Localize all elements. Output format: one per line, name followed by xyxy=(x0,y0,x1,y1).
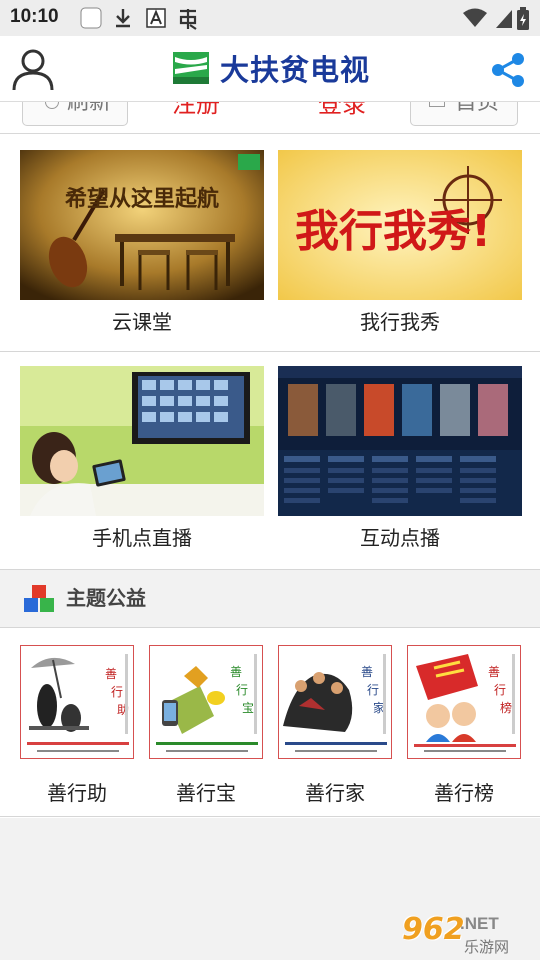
brand-logo-icon xyxy=(173,52,209,84)
show-yourself-banner-text: 我行我秀! xyxy=(295,206,491,257)
charity-poster-family: 善 行 家 xyxy=(278,645,392,759)
brand: 大扶贫电视 xyxy=(172,48,370,88)
tile-label: 我行我秀 xyxy=(360,310,440,334)
mobile-live-image xyxy=(20,366,264,516)
poster-char: 榜 xyxy=(500,700,512,715)
app-title: 大扶贫电视 xyxy=(220,53,371,87)
text-a-icon xyxy=(146,8,166,28)
poster-char: 善 xyxy=(230,664,242,679)
poster-char: 善 xyxy=(105,666,117,681)
charity-poster-help: 善 行 助 xyxy=(20,645,134,759)
tile-mobile-live[interactable]: 手机点直播 xyxy=(20,366,264,556)
watermark-net: .NET xyxy=(460,914,499,933)
theme-section-title: 主题公益 xyxy=(66,586,146,610)
watermark-site: 乐游网 xyxy=(464,938,510,956)
home-label: 首页 xyxy=(455,102,500,115)
radio-icon xyxy=(45,102,59,109)
show-yourself-image: 我行我秀! xyxy=(278,150,522,300)
tile-cloud-classroom[interactable]: 希望从这里起航 云课堂 xyxy=(20,150,264,340)
charity-section: 善 行 助 善行助 善 行 宝 善行宝 善 行 家 善行家 善 行 榜 善行榜 xyxy=(0,629,540,817)
poster-char: 行 xyxy=(111,685,123,699)
tile-show-yourself[interactable]: 我行我秀! 我行我秀 xyxy=(278,150,522,340)
tile-label: 互动点播 xyxy=(360,526,440,550)
charity-label: 善行宝 xyxy=(176,781,236,805)
charity-label: 善行家 xyxy=(305,781,365,805)
profile-icon[interactable] xyxy=(8,44,58,94)
home-frame-icon xyxy=(429,102,445,107)
home-button[interactable]: 首页 xyxy=(410,102,518,126)
charity-poster-ranking: 善 行 榜 xyxy=(407,645,521,759)
interactive-vod-image xyxy=(278,366,522,516)
signal-icon xyxy=(496,10,512,28)
login-link[interactable]: 登录 xyxy=(318,102,366,122)
status-time: 10:10 xyxy=(10,6,59,27)
cloud-classroom-banner-text: 希望从这里起航 xyxy=(65,186,219,212)
refresh-button[interactable]: 刷新 xyxy=(22,102,128,126)
register-link[interactable]: 注册 xyxy=(172,102,220,122)
status-bar: 10:10 xyxy=(0,0,540,36)
tile-section-1: 希望从这里起航 云课堂 我行我秀! 我行我秀 xyxy=(0,134,540,352)
watermark-number: 962 xyxy=(402,912,465,947)
app-glyph-icon xyxy=(179,9,197,30)
poster-char: 行 xyxy=(367,683,379,697)
download-icon xyxy=(116,9,130,28)
share-icon[interactable] xyxy=(486,48,530,92)
poster-char: 善 xyxy=(488,664,500,679)
poster-char: 行 xyxy=(494,683,506,697)
cloud-classroom-image: 希望从这里起航 xyxy=(20,150,264,300)
theme-section-header: 主题公益 xyxy=(0,570,540,628)
battery-icon xyxy=(517,7,529,30)
tile-interactive-vod[interactable]: 互动点播 xyxy=(278,366,522,556)
cubes-icon xyxy=(24,585,54,612)
refresh-label: 刷新 xyxy=(67,102,112,115)
site-watermark: 962 .NET 乐游网 xyxy=(400,912,534,956)
wifi-icon xyxy=(463,8,487,27)
poster-char: 善 xyxy=(361,664,373,679)
tile-label: 手机点直播 xyxy=(92,526,192,550)
tile-section-2: 手机点直播 互动点播 xyxy=(0,352,540,570)
top-action-row: 刷新 注册 登录 首页 xyxy=(0,102,540,134)
charity-label: 善行助 xyxy=(47,781,107,805)
poster-char: 行 xyxy=(236,683,248,697)
app-header: 大扶贫电视 xyxy=(0,36,540,102)
notification-app-icon xyxy=(80,7,102,29)
tile-label: 云课堂 xyxy=(112,310,172,334)
poster-char: 宝 xyxy=(242,701,254,715)
charity-poster-treasure: 善 行 宝 xyxy=(149,645,263,759)
charity-label: 善行榜 xyxy=(434,781,494,805)
